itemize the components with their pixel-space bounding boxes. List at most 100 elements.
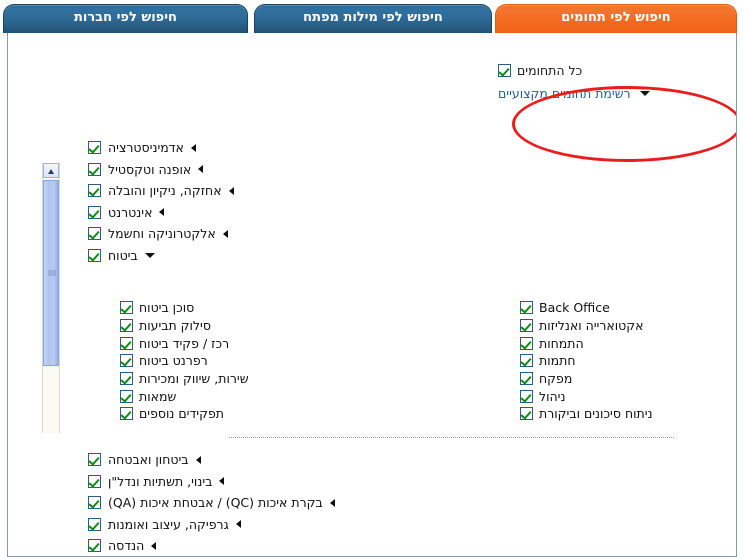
content-panel: כל התחומים רשימת תחומים מקצועיים אדמיניס… [7,33,737,557]
chevron-down-icon[interactable] [639,90,650,96]
category-label[interactable]: אופנה וטקסטיל [108,162,191,177]
subcategory-checkbox[interactable] [120,336,133,350]
tab-search-by-fields[interactable]: חיפוש לפי תחומים [495,4,737,33]
subcategory-label[interactable]: סוכן ביטוח [139,300,194,315]
category-label[interactable]: בקרת איכות (QC) / אבטחת איכות (QA) [108,495,323,510]
chevron-down-icon[interactable] [144,252,155,258]
subcategory-label[interactable]: מפקח [539,371,572,386]
subcategory-label[interactable]: שירות, שיווק ומכירות [139,371,249,386]
scroll-up-arrow-icon[interactable] [43,163,59,178]
subcategory-row[interactable]: שמאות [120,387,340,405]
scrollbar-grip-icon [48,270,56,277]
category-label[interactable]: ביטחון ואבטחה [108,452,189,467]
subcategory-row[interactable]: התמחות [520,334,720,352]
subcategory-label[interactable]: ניתוח סיכונים וביקורת [539,406,653,421]
subcategory-label[interactable]: חתמות [539,353,576,368]
subcategory-row[interactable]: שירות, שיווק ומכירות [120,370,340,388]
scrollbar-thumb[interactable] [43,180,59,366]
subcategory-label[interactable]: רכז / פקיד ביטוח [139,336,229,351]
subcategory-checkbox[interactable] [520,336,533,350]
professional-list-row[interactable]: רשימת תחומים מקצועיים [498,83,718,103]
subcategory-checkbox[interactable] [120,407,133,421]
professional-list-link[interactable]: רשימת תחומים מקצועיים [498,86,631,101]
subcategory-label[interactable]: תפקידים נוספים [139,406,224,421]
subcategory-checkbox[interactable] [520,389,533,403]
subcategory-checkbox[interactable] [520,372,533,386]
subcategory-checkbox[interactable] [120,319,133,333]
tab-search-by-keywords[interactable]: חיפוש לפי מילות מפתח [254,4,492,33]
category-row-expanded[interactable]: ביטוח [88,245,728,267]
chevron-left-icon[interactable] [195,455,201,464]
chevron-left-icon[interactable] [198,165,204,174]
chevron-left-icon[interactable] [235,520,241,529]
subcategory-label[interactable]: Back Office [539,300,610,315]
category-checkbox[interactable] [88,227,101,241]
vertical-scrollbar[interactable] [42,163,60,433]
category-checkbox[interactable] [88,248,101,262]
category-label[interactable]: אלקטרוניקה וחשמל [108,226,216,241]
subcategory-checkbox[interactable] [120,372,133,386]
chevron-left-icon[interactable] [190,143,196,152]
scrollbar-track[interactable] [43,367,59,433]
subcategory-checkbox[interactable] [520,301,533,315]
category-checkbox[interactable] [88,205,101,219]
category-label[interactable]: אדמיניסטרציה [108,140,184,155]
category-checkbox[interactable] [88,539,101,553]
chevron-left-icon[interactable] [219,477,225,486]
subcategory-row[interactable]: תפקידים נוספים [120,405,340,423]
category-row[interactable]: בינוי, תשתיות ונדל"ן [88,471,728,493]
category-label[interactable]: ביטוח [108,248,138,263]
category-label[interactable]: גרפיקה, עיצוב ואומנות [108,517,229,532]
subcategory-label[interactable]: ניהול [539,389,565,404]
category-row[interactable]: אחזקה, ניקיון והובלה [88,180,728,202]
subcategory-checkbox[interactable] [520,407,533,421]
subcategory-label[interactable]: התמחות [539,336,584,351]
category-row[interactable]: גרפיקה, עיצוב ואומנות [88,514,728,536]
subcategory-row[interactable]: רפרנט ביטוח [120,352,340,370]
subcategory-row[interactable]: סילוק תביעות [120,317,340,335]
category-row[interactable]: אופנה וטקסטיל [88,159,728,181]
subcategory-checkbox[interactable] [120,389,133,403]
category-checkbox[interactable] [88,474,101,488]
category-row[interactable]: בקרת איכות (QC) / אבטחת איכות (QA) [88,492,728,514]
subcategory-checkbox[interactable] [120,301,133,315]
subcategory-row[interactable]: Back Office [520,299,720,317]
all-fields-row[interactable]: כל התחומים [498,61,718,79]
subcategory-row[interactable]: מפקח [520,370,720,388]
category-checkbox[interactable] [88,496,101,510]
category-checkbox[interactable] [88,141,101,155]
subcategory-label[interactable]: אקטוארייה ואנליזות [539,318,644,333]
all-fields-checkbox[interactable] [498,63,511,77]
category-row[interactable]: אינטרנט [88,202,728,224]
subcategory-row[interactable]: אקטוארייה ואנליזות [520,317,720,335]
category-label[interactable]: הנדסה [108,538,144,553]
category-row[interactable]: אדמיניסטרציה [88,137,728,159]
subcategory-row[interactable]: ניתוח סיכונים וביקורת [520,405,720,423]
category-label[interactable]: אחזקה, ניקיון והובלה [108,183,222,198]
subcategory-label[interactable]: רפרנט ביטוח [139,353,208,368]
category-label[interactable]: אינטרנט [108,205,152,220]
subcategory-checkbox[interactable] [520,354,533,368]
subcategory-checkbox[interactable] [120,354,133,368]
subcategory-row[interactable]: חתמות [520,352,720,370]
category-row[interactable]: הנדסה [88,535,728,556]
chevron-left-icon[interactable] [228,186,234,195]
chevron-left-icon[interactable] [329,498,335,507]
category-checkbox[interactable] [88,517,101,531]
category-row[interactable]: ביטחון ואבטחה [88,449,728,471]
tab-search-by-companies[interactable]: חיפוש לפי חברות [3,4,248,33]
subcategory-label[interactable]: שמאות [139,389,176,404]
chevron-left-icon[interactable] [159,208,165,217]
subcategory-row[interactable]: ניהול [520,387,720,405]
chevron-left-icon[interactable] [222,229,228,238]
subcategory-row[interactable]: רכז / פקיד ביטוח [120,334,340,352]
category-row[interactable]: אלקטרוניקה וחשמל [88,223,728,245]
category-checkbox[interactable] [88,453,101,467]
chevron-left-icon[interactable] [151,541,157,550]
category-label[interactable]: בינוי, תשתיות ונדל"ן [108,474,212,489]
subcategory-label[interactable]: סילוק תביעות [139,318,211,333]
category-checkbox[interactable] [88,162,101,176]
subcategory-checkbox[interactable] [520,319,533,333]
subcategory-row[interactable]: סוכן ביטוח [120,299,340,317]
category-checkbox[interactable] [88,184,101,198]
